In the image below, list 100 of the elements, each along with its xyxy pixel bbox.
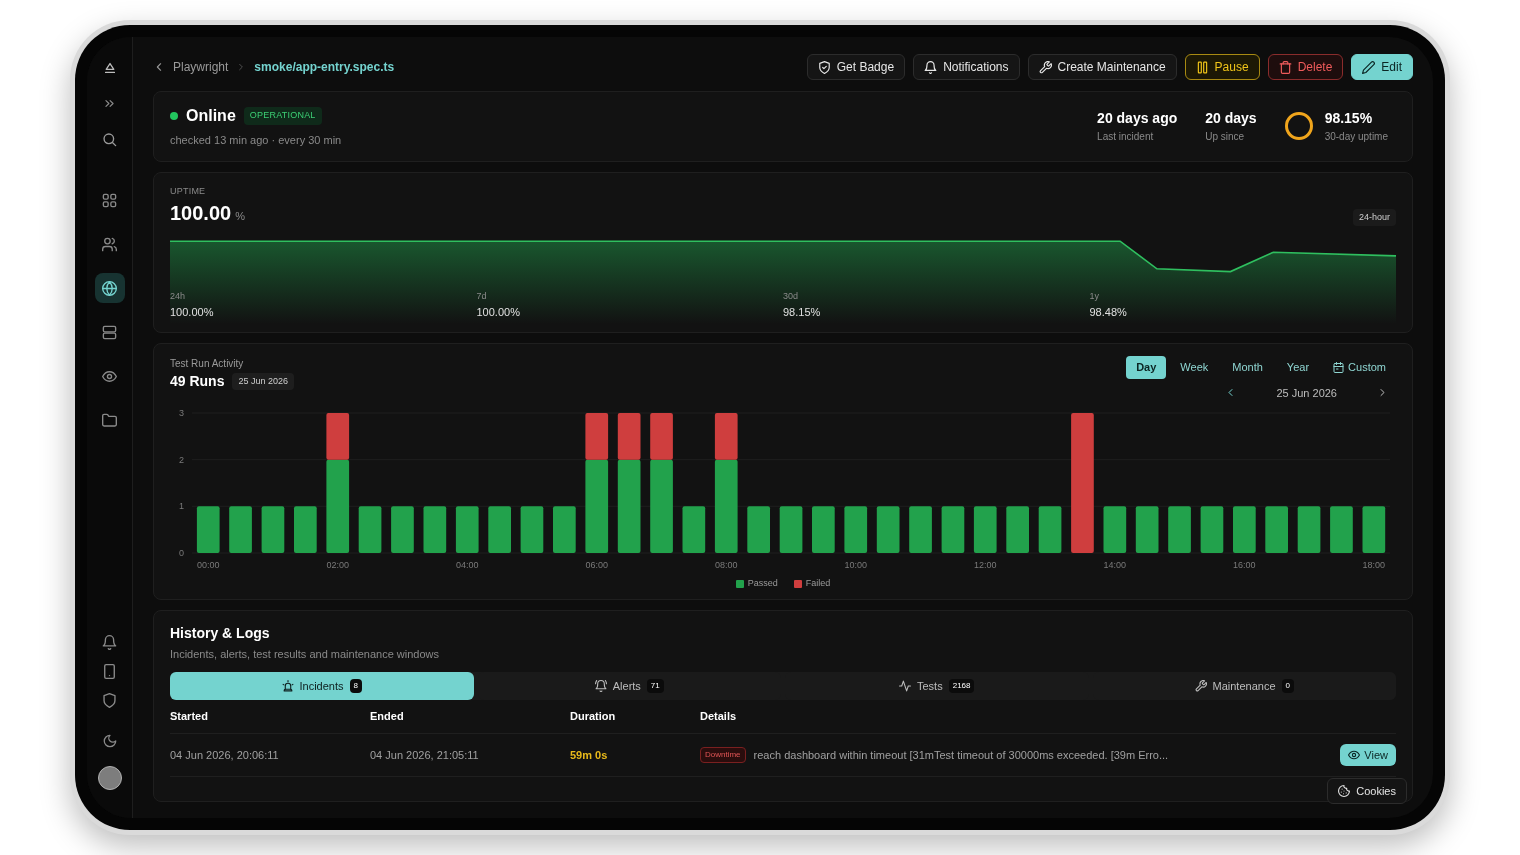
x-axis-label: 08:00 <box>714 560 738 570</box>
passed-bar <box>229 506 252 553</box>
expand-icon[interactable] <box>103 97 116 110</box>
cookie-icon <box>1338 784 1351 797</box>
x-axis-label: 02:00 <box>326 560 349 570</box>
trash-icon <box>1278 60 1292 74</box>
ring-icon <box>1284 112 1313 141</box>
passed-bar <box>294 506 317 553</box>
chevron-right-icon[interactable] <box>1377 387 1388 399</box>
action-button[interactable]: Delete <box>1267 54 1344 80</box>
folder-icon <box>102 412 117 428</box>
status-badge: OPERATIONAL <box>243 107 322 125</box>
shield-icon[interactable] <box>102 693 117 708</box>
passed-bar <box>844 506 868 553</box>
passed-bar <box>1200 506 1224 553</box>
x-axis-label: 16:00 <box>1233 560 1256 570</box>
history-tab[interactable]: Incidents 8 <box>170 672 474 700</box>
passed-bar <box>423 506 447 553</box>
failed-bar <box>585 413 609 460</box>
range-tab[interactable]: Day <box>1126 356 1167 379</box>
view-button[interactable]: View <box>1340 743 1396 766</box>
legend-swatch-icon <box>793 579 802 588</box>
action-button[interactable]: Pause <box>1184 54 1260 80</box>
range-tab[interactable]: Custom <box>1323 356 1396 379</box>
users-icon <box>102 236 117 252</box>
x-axis-label: 10:00 <box>844 560 868 570</box>
count-badge: 71 <box>646 679 664 693</box>
stat-label: 30-day uptime <box>1324 130 1388 145</box>
breadcrumb-link[interactable]: Playwright <box>173 58 229 76</box>
cookies-button[interactable]: Cookies <box>1327 777 1407 804</box>
globe-icon <box>102 280 117 296</box>
y-axis-label: 3 <box>179 408 184 418</box>
y-axis-label: 2 <box>179 454 184 465</box>
passed-bar <box>1233 506 1256 553</box>
eye-icon <box>1348 748 1361 761</box>
passed-bar <box>973 506 997 553</box>
stat-value: 20 days <box>1205 109 1257 129</box>
passed-bar <box>1297 506 1321 553</box>
eye-icon <box>102 368 117 384</box>
failed-bar <box>650 413 673 460</box>
action-button[interactable]: Edit <box>1351 54 1413 80</box>
y-axis-label: 1 <box>179 501 184 512</box>
passed-bar <box>812 506 835 553</box>
moon-icon[interactable] <box>102 734 117 748</box>
x-axis-label: 06:00 <box>585 560 608 570</box>
x-axis-label: 18:00 <box>1362 560 1386 570</box>
server-icon <box>102 324 117 340</box>
range-badge: 24-hour <box>1352 208 1396 226</box>
passed-bar <box>1330 506 1353 553</box>
period-value: 98.15% <box>783 304 821 320</box>
details-text: reach dashboard within timeout [31mTest timeout of 30000ms exceeded. [39m Erro... <box>753 747 1169 763</box>
action-button[interactable]: Create Maintenance <box>1027 54 1177 80</box>
period-value: 98.48% <box>1089 304 1127 320</box>
action-button[interactable]: Notifications <box>913 54 1020 80</box>
tablet-icon[interactable] <box>102 664 117 679</box>
failed-bar <box>617 413 641 460</box>
period-value: 100.00% <box>170 304 214 320</box>
selected-date: 25 Jun 2026 <box>1276 385 1337 401</box>
column-header: Started <box>170 709 209 724</box>
range-tab[interactable]: Year <box>1276 356 1320 379</box>
eject-icon[interactable] <box>102 61 117 75</box>
search-icon[interactable] <box>102 132 117 147</box>
pencil-icon <box>1362 60 1376 74</box>
card-subtitle: Incidents, alerts, test results and maintenance windows <box>170 646 441 662</box>
action-button[interactable]: Get Badge <box>806 54 906 80</box>
stat-value: 20 days ago <box>1097 109 1178 129</box>
passed-bar <box>520 506 544 553</box>
table-cell-text: 04 Jun 2026, 21:05:11 <box>370 747 480 763</box>
date-badge: 25 Jun 2026 <box>232 372 294 391</box>
legend-swatch-icon <box>735 579 744 588</box>
count-badge: 8 <box>349 679 362 693</box>
avatar[interactable] <box>97 766 122 790</box>
passed-bar <box>876 506 900 553</box>
failed-bar <box>714 413 738 460</box>
bell-icon <box>924 60 938 74</box>
passed-bar <box>682 506 706 553</box>
downtime-tag: Downtime <box>700 746 746 763</box>
range-tab[interactable]: Month <box>1222 356 1273 379</box>
period-label: 1y <box>1089 290 1099 303</box>
period-label: 30d <box>783 290 799 303</box>
stat-value: 98.15% <box>1324 109 1374 129</box>
nav-button[interactable] <box>94 273 125 303</box>
passed-bar <box>1362 506 1386 553</box>
stat-label: Up since <box>1205 130 1246 145</box>
legend-label: Passed <box>747 577 778 590</box>
passed-bar <box>261 506 285 553</box>
x-axis-label: 14:00 <box>1103 560 1127 570</box>
bell-icon[interactable] <box>102 635 117 650</box>
uptime-label: UPTIME <box>170 184 207 198</box>
period-label: 7d <box>476 290 487 303</box>
passed-bar <box>747 506 770 553</box>
range-tab[interactable]: Week <box>1170 356 1219 379</box>
bell-ring-icon <box>594 680 607 692</box>
column-header: Ended <box>370 709 405 724</box>
passed-bar <box>1103 506 1127 553</box>
passed-bar <box>779 506 803 553</box>
failed-bar <box>326 413 350 460</box>
passed-bar <box>1038 506 1062 553</box>
passed-bar <box>1006 506 1029 553</box>
column-header: Details <box>700 709 738 724</box>
